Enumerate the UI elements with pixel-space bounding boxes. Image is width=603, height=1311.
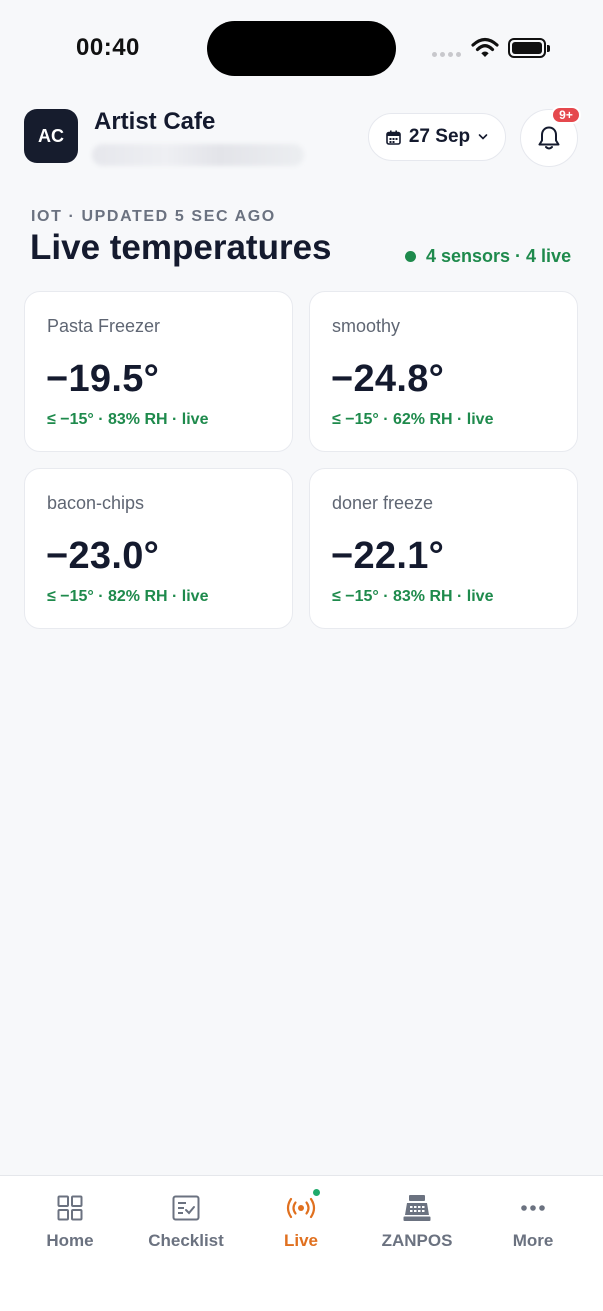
grid-icon	[57, 1195, 83, 1221]
live-summary-text: 4 sensors · 4 live	[426, 246, 572, 266]
tab-label: ZANPOS	[381, 1231, 453, 1250]
dynamic-island	[207, 21, 396, 76]
screen: 00:40 AC Artist Cafe 27 Sep 9+ IOT · UPD	[0, 0, 603, 1311]
sensor-meta: ≤ −15° · 83% RH · live	[47, 411, 209, 428]
tab-label: More	[512, 1231, 554, 1250]
sensor-card-doner-freeze[interactable]: doner freeze −22.1° ≤ −15° · 83% RH · li…	[309, 468, 578, 629]
sensor-temperature: −19.5°	[46, 358, 160, 400]
calendar-icon	[386, 130, 401, 145]
date-picker-button[interactable]: 27 Sep	[368, 113, 506, 161]
live-summary: 4 sensors · 4 live	[405, 246, 571, 267]
sensor-name: smoothy	[332, 316, 401, 336]
tab-label: Checklist	[148, 1231, 224, 1250]
sensor-temperature: −24.8°	[331, 358, 445, 400]
tab-label: Live	[283, 1231, 319, 1250]
section-eyebrow: IOT · UPDATED 5 SEC AGO	[31, 208, 276, 225]
sensor-card-smoothy[interactable]: smoothy −24.8° ≤ −15° · 62% RH · live	[309, 291, 578, 452]
status-time: 00:40	[76, 34, 140, 61]
notification-badge: 9+	[551, 106, 581, 124]
sensor-meta: ≤ −15° · 62% RH · live	[332, 411, 494, 428]
battery-icon	[508, 38, 550, 58]
tab-home[interactable]: Home	[15, 1193, 125, 1251]
tab-checklist[interactable]: Checklist	[131, 1193, 241, 1251]
shop-name: Artist Cafe	[94, 108, 216, 135]
tab-zanpos[interactable]: ZANPOS	[362, 1193, 472, 1251]
more-dots-icon	[521, 1205, 545, 1211]
sensor-card-bacon-chips[interactable]: bacon-chips −23.0° ≤ −15° · 82% RH · liv…	[24, 468, 293, 629]
sensor-name: bacon-chips	[47, 493, 145, 513]
live-status-dot	[405, 251, 416, 262]
date-label: 27 Sep	[408, 126, 471, 147]
sensor-temperature: −22.1°	[331, 535, 445, 577]
chevron-down-icon	[478, 134, 488, 140]
checklist-icon	[172, 1195, 200, 1221]
tab-more[interactable]: More	[478, 1193, 588, 1251]
sensor-name: Pasta Freezer	[47, 316, 161, 336]
sensor-meta: ≤ −15° · 83% RH · live	[332, 588, 494, 605]
page-title: Live temperatures	[30, 228, 332, 267]
tab-label: Home	[46, 1231, 94, 1250]
sensor-meta: ≤ −15° · 82% RH · live	[47, 588, 209, 605]
cash-register-icon	[403, 1195, 431, 1221]
avatar[interactable]: AC	[24, 109, 78, 163]
wifi-icon	[471, 37, 499, 57]
cellular-signal-icon	[432, 52, 461, 57]
sensor-temperature: −23.0°	[46, 535, 160, 577]
bell-icon	[538, 126, 560, 150]
bottom-tab-bar: Home Checklist Live ZANPOS More	[0, 1175, 603, 1311]
tab-live[interactable]: Live	[246, 1193, 356, 1251]
live-indicator-dot	[311, 1187, 322, 1198]
shop-subtitle-redacted	[92, 144, 304, 166]
sensor-name: doner freeze	[332, 493, 434, 513]
broadcast-icon	[286, 1197, 316, 1219]
sensor-card-pasta-freezer[interactable]: Pasta Freezer −19.5° ≤ −15° · 83% RH · l…	[24, 291, 293, 452]
